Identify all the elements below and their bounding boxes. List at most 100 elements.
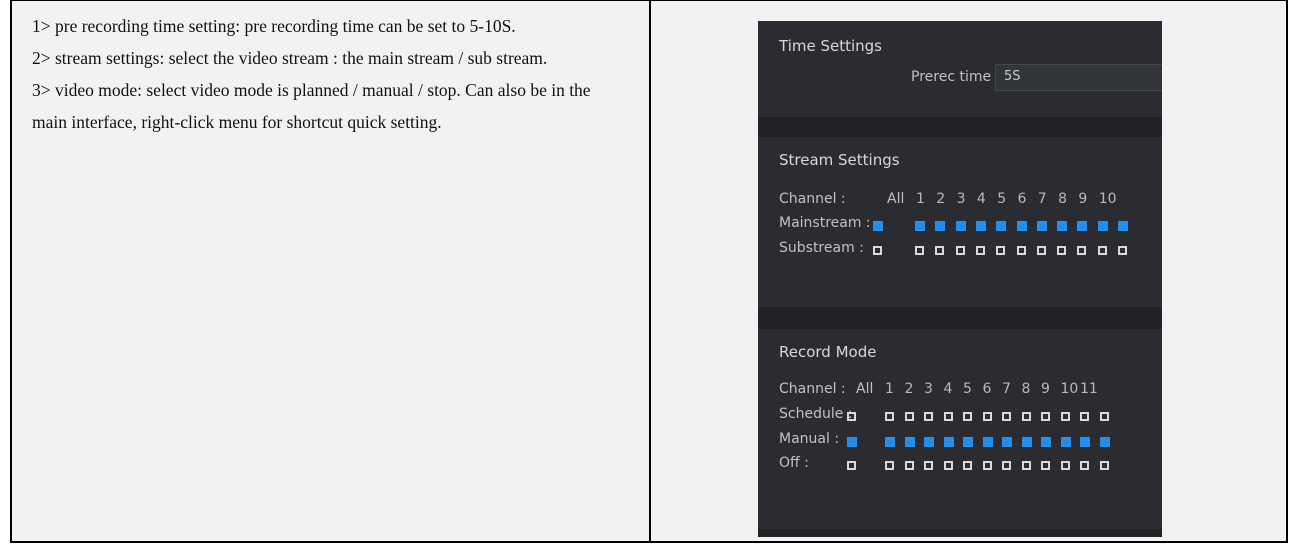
schedule-channel-checkbox[interactable]	[982, 412, 992, 421]
off-channel-checkbox[interactable]	[1002, 461, 1011, 470]
off-channel-checkbox[interactable]	[885, 461, 894, 470]
substream-label: Substream :	[779, 240, 864, 256]
manual-channel-checkbox[interactable]	[924, 437, 934, 447]
manual-channel-checkbox[interactable]	[904, 437, 915, 447]
manual-channel-checkbox[interactable]	[1041, 437, 1051, 447]
manual-label: Manual :	[779, 431, 840, 447]
channel-number: 2	[936, 191, 946, 207]
channel-number: 11	[1080, 381, 1098, 397]
mainstream-channel-checkbox[interactable]	[1118, 221, 1128, 231]
time-settings-title: Time Settings	[779, 37, 883, 55]
mainstream-channel-checkbox[interactable]	[1036, 221, 1047, 231]
off-channel-checkbox[interactable]	[924, 461, 933, 470]
schedule-channel-checkbox[interactable]	[963, 412, 972, 421]
manual-channel-checkbox[interactable]	[885, 437, 895, 447]
record-mode-title: Record Mode	[779, 343, 877, 361]
off-channel-checkbox[interactable]	[943, 461, 953, 470]
mainstream-channel-checkbox[interactable]	[1077, 221, 1088, 231]
section-divider	[758, 529, 1162, 537]
paragraph-video-mode: 3> video mode: select video mode is plan…	[32, 80, 591, 132]
manual-channel-checkbox[interactable]	[982, 437, 993, 447]
channel-number: 6	[982, 381, 992, 397]
mainstream-channel-checkbox[interactable]	[975, 221, 986, 231]
manual-channel-checkbox[interactable]	[963, 437, 973, 447]
channel-label: Channel :	[779, 381, 846, 397]
channel-number: 6	[1017, 191, 1027, 207]
channel-number: 8	[1021, 381, 1031, 397]
stream-settings-title: Stream Settings	[779, 151, 900, 169]
mainstream-channel-checkbox[interactable]	[996, 221, 1007, 231]
off-channel-checkbox[interactable]	[1060, 461, 1070, 470]
mainstream-channel-checkbox[interactable]	[935, 221, 946, 231]
off-channel-checkbox[interactable]	[982, 461, 992, 470]
channel-number: 10	[1098, 191, 1117, 207]
schedule-channel-checkbox[interactable]	[904, 412, 914, 421]
substream-channel-checkbox[interactable]	[1118, 246, 1127, 255]
off-all-checkbox[interactable]	[847, 461, 856, 470]
substream-channel-checkbox[interactable]	[1016, 246, 1026, 255]
off-channel-checkbox[interactable]	[963, 461, 972, 470]
section-divider	[758, 117, 1162, 137]
channel-number: 7	[1002, 381, 1011, 397]
off-channel-checkbox[interactable]	[1099, 461, 1109, 470]
manual-channel-checkbox[interactable]	[1060, 437, 1071, 447]
mainstream-label: Mainstream :	[779, 215, 871, 231]
manual-channel-checkbox[interactable]	[1099, 437, 1110, 447]
channel-label: Channel :	[779, 191, 846, 207]
schedule-all-checkbox[interactable]	[847, 412, 856, 421]
substream-channel-checkbox[interactable]	[955, 246, 965, 255]
prerec-time-select[interactable]: 5S	[995, 64, 1162, 91]
paragraph-stream: 2> stream settings: select the video str…	[32, 48, 548, 68]
off-channel-checkbox[interactable]	[1021, 461, 1031, 470]
substream-channel-checkbox[interactable]	[996, 246, 1006, 255]
substream-channel-checkbox[interactable]	[935, 246, 945, 255]
schedule-channel-checkbox[interactable]	[885, 412, 894, 421]
off-channel-checkbox[interactable]	[904, 461, 914, 470]
channel-number: 1	[916, 191, 925, 207]
schedule-channel-checkbox[interactable]	[1021, 412, 1031, 421]
mainstream-channel-checkbox[interactable]	[915, 221, 925, 231]
schedule-channel-checkbox[interactable]	[1041, 412, 1050, 421]
manual-channel-checkbox[interactable]	[943, 437, 954, 447]
description-cell: 1> pre recording time setting: pre recor…	[12, 1, 651, 541]
dvr-settings-screenshot: Time Settings Prerec time : 5S Stream Se…	[758, 21, 1162, 537]
mainstream-channel-checkbox[interactable]	[1057, 221, 1068, 231]
channel-number: 8	[1058, 191, 1068, 207]
substream-all-checkbox[interactable]	[873, 246, 882, 255]
channel-number: 3	[956, 191, 966, 207]
substream-channel-checkbox[interactable]	[1036, 246, 1046, 255]
substream-channel-checkbox[interactable]	[975, 246, 985, 255]
manual-channel-checkbox[interactable]	[1080, 437, 1090, 447]
substream-channel-checkbox[interactable]	[1057, 246, 1067, 255]
channel-number: 5	[997, 191, 1007, 207]
schedule-channel-checkbox[interactable]	[1099, 412, 1109, 421]
substream-channel-checkbox[interactable]	[915, 246, 924, 255]
schedule-channel-checkbox[interactable]	[924, 412, 933, 421]
schedule-channel-checkbox[interactable]	[1002, 412, 1011, 421]
mainstream-channel-checkbox[interactable]	[1016, 221, 1027, 231]
manual-all-checkbox[interactable]	[847, 437, 857, 447]
channel-number: 2	[904, 381, 914, 397]
mainstream-all-checkbox[interactable]	[873, 221, 883, 231]
schedule-channel-checkbox[interactable]	[1080, 412, 1089, 421]
all-label: All	[887, 191, 905, 207]
mainstream-channel-checkbox[interactable]	[1097, 221, 1108, 231]
channel-number: 9	[1041, 381, 1050, 397]
channel-number: 4	[943, 381, 953, 397]
mainstream-channel-checkbox[interactable]	[955, 221, 966, 231]
prerec-time-value: 5S	[1004, 69, 1021, 84]
channel-number: 3	[924, 381, 933, 397]
manual-channel-checkbox[interactable]	[1002, 437, 1012, 447]
prerec-time-label: Prerec time :	[911, 69, 1001, 85]
off-channel-checkbox[interactable]	[1041, 461, 1050, 470]
manual-channel-checkbox[interactable]	[1021, 437, 1032, 447]
substream-channel-checkbox[interactable]	[1097, 246, 1107, 255]
off-channel-checkbox[interactable]	[1080, 461, 1089, 470]
schedule-channel-checkbox[interactable]	[1060, 412, 1070, 421]
screenshot-cell: Time Settings Prerec time : 5S Stream Se…	[651, 1, 1286, 541]
substream-channel-checkbox[interactable]	[1077, 246, 1087, 255]
channel-number: 1	[885, 381, 894, 397]
schedule-channel-checkbox[interactable]	[943, 412, 953, 421]
channel-number: 7	[1037, 191, 1047, 207]
time-settings-panel: Time Settings Prerec time : 5S	[758, 21, 1162, 117]
